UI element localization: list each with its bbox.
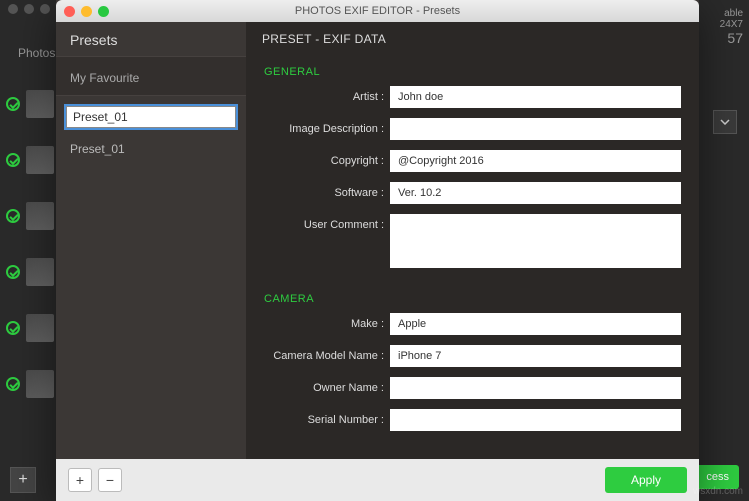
photo-thumb [26, 314, 54, 342]
photo-thumb [26, 258, 54, 286]
field-artist: Artist : [250, 86, 681, 108]
make-label: Make : [250, 313, 390, 330]
artist-input[interactable] [390, 86, 681, 108]
check-icon [6, 97, 20, 111]
software-label: Software : [250, 182, 390, 199]
thumb-item[interactable] [6, 90, 54, 118]
thumb-item[interactable] [6, 314, 54, 342]
thumb-item[interactable] [6, 370, 54, 398]
thumb-item[interactable] [6, 258, 54, 286]
field-image-description: Image Description : [250, 118, 681, 140]
copyright-label: Copyright : [250, 150, 390, 167]
sidebar-subheader[interactable]: My Favourite [56, 56, 246, 96]
parent-thumbs [6, 90, 54, 398]
modal-footer: + − Apply [56, 459, 699, 501]
owner-label: Owner Name : [250, 377, 390, 394]
make-input[interactable] [390, 313, 681, 335]
parent-min[interactable] [24, 4, 34, 14]
chevron-down-icon [720, 119, 730, 125]
check-icon [6, 209, 20, 223]
photo-thumb [26, 90, 54, 118]
photo-thumb [26, 146, 54, 174]
owner-input[interactable] [390, 377, 681, 399]
add-preset-button[interactable]: + [68, 468, 92, 492]
content-header: PRESET - EXIF DATA [246, 22, 699, 52]
photo-thumb [26, 202, 54, 230]
artist-label: Artist : [250, 86, 390, 103]
preset-name-edit [66, 106, 236, 128]
apply-button[interactable]: Apply [605, 467, 687, 493]
remove-preset-button[interactable]: − [98, 468, 122, 492]
thumb-item[interactable] [6, 202, 54, 230]
modal-body: Presets My Favourite Preset_01 PRESET - … [56, 22, 699, 459]
modal-title: PHOTOS EXIF EDITOR - Presets [295, 5, 460, 17]
maximize-icon[interactable] [98, 6, 109, 17]
field-software: Software : [250, 182, 681, 204]
parent-max[interactable] [40, 4, 50, 14]
field-owner: Owner Name : [250, 377, 681, 399]
field-user-comment: User Comment : [250, 214, 681, 273]
sidebar-header: Presets [56, 22, 246, 56]
parent-sidebar-label: Photos [18, 46, 55, 60]
section-general: GENERAL [250, 56, 681, 86]
watermark: wsxdn.com [693, 486, 743, 497]
model-label: Camera Model Name : [250, 345, 390, 362]
serial-label: Serial Number : [250, 409, 390, 426]
user-comment-label: User Comment : [250, 214, 390, 231]
user-comment-input[interactable] [390, 214, 681, 268]
parent-add-button[interactable]: + [10, 467, 36, 493]
parent-right-count: 57 [715, 30, 743, 46]
copyright-input[interactable] [390, 150, 681, 172]
image-description-label: Image Description : [250, 118, 390, 135]
check-icon [6, 321, 20, 335]
minimize-icon[interactable] [81, 6, 92, 17]
model-input[interactable] [390, 345, 681, 367]
preset-name-input[interactable] [66, 106, 236, 128]
form-scroll[interactable]: GENERAL Artist : Image Description : Cop… [246, 52, 699, 459]
field-make: Make : [250, 313, 681, 335]
photo-thumb [26, 370, 54, 398]
parent-dropdown[interactable] [713, 110, 737, 134]
preset-list-item[interactable]: Preset_01 [56, 132, 246, 166]
parent-right-text: able 24X7 [715, 8, 743, 30]
preset-content: PRESET - EXIF DATA GENERAL Artist : Imag… [246, 22, 699, 459]
field-serial: Serial Number : [250, 409, 681, 431]
parent-right-info: able 24X7 57 [709, 0, 749, 54]
check-icon [6, 377, 20, 391]
check-icon [6, 153, 20, 167]
modal-traffic-lights [64, 6, 109, 17]
serial-input[interactable] [390, 409, 681, 431]
thumb-item[interactable] [6, 146, 54, 174]
modal-titlebar: PHOTOS EXIF EDITOR - Presets [56, 0, 699, 22]
presets-sidebar: Presets My Favourite Preset_01 [56, 22, 246, 459]
section-camera: CAMERA [250, 283, 681, 313]
presets-modal: PHOTOS EXIF EDITOR - Presets Presets My … [56, 0, 699, 501]
check-icon [6, 265, 20, 279]
field-copyright: Copyright : [250, 150, 681, 172]
software-input[interactable] [390, 182, 681, 204]
parent-traffic-lights [8, 4, 50, 14]
image-description-input[interactable] [390, 118, 681, 140]
field-model: Camera Model Name : [250, 345, 681, 367]
parent-close[interactable] [8, 4, 18, 14]
close-icon[interactable] [64, 6, 75, 17]
